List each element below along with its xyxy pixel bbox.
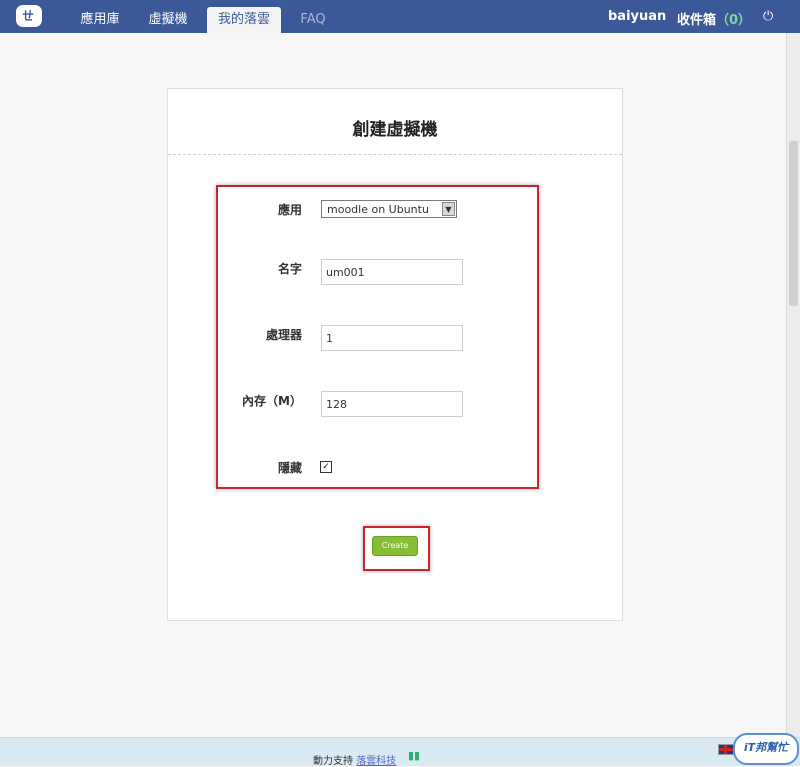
chevron-down-icon: ▼ xyxy=(442,202,455,216)
power-icon[interactable]: ⏻ xyxy=(763,9,773,24)
name-input[interactable] xyxy=(321,259,463,285)
stats-icon: ▮▮ xyxy=(408,749,421,762)
cpu-input[interactable] xyxy=(321,325,463,351)
tab-my-cloud[interactable]: 我的落雲 xyxy=(207,7,281,33)
app-select[interactable]: moodle on Ubuntu ▼ xyxy=(321,200,457,218)
inbox-label: 收件箱 xyxy=(677,13,717,28)
inbox-count: （0） xyxy=(716,13,752,28)
memory-label: 內存（M） xyxy=(242,394,302,408)
username-link[interactable]: baiyuan xyxy=(608,9,666,24)
scrollbar-thumb[interactable] xyxy=(789,141,798,306)
cloud-logo-icon[interactable]: ㄝ xyxy=(16,5,42,27)
app-select-value: moodle on Ubuntu xyxy=(327,203,429,216)
app-label: 應用 xyxy=(277,203,302,217)
name-label: 名字 xyxy=(277,262,302,276)
tab-faq[interactable]: FAQ xyxy=(290,7,336,33)
top-nav-bar: ㄝ 應用庫 虛擬機 我的落雲 FAQ baiyuan 收件箱（0） ⏻ xyxy=(0,0,800,33)
page-title: 創建虛擬機 xyxy=(352,120,438,140)
footer: 動力支持 落雲科技 ▮▮ xyxy=(0,737,800,767)
uk-flag-icon[interactable] xyxy=(718,744,734,755)
inbox-link[interactable]: 收件箱（0） xyxy=(677,9,751,28)
memory-input[interactable] xyxy=(321,391,463,417)
title-divider xyxy=(168,154,622,155)
tab-app-library[interactable]: 應用庫 xyxy=(70,7,130,33)
hidden-label: 隱藏 xyxy=(277,461,302,475)
cpu-label: 處理器 xyxy=(265,328,302,342)
powered-by-text: 動力支持 xyxy=(313,756,353,767)
page-scrollbar[interactable] xyxy=(786,33,800,737)
create-vm-card: 創建虛擬機 應用 moodle on Ubuntu ▼ 名字 處理器 內存（M）… xyxy=(167,88,623,621)
company-link[interactable]: 落雲科技 xyxy=(356,756,396,767)
hidden-checkbox[interactable]: ✓ xyxy=(320,461,332,473)
ithome-watermark: iT邦幫忙 xyxy=(733,733,799,765)
tab-virtual-machines[interactable]: 虛擬機 xyxy=(138,7,198,33)
create-button[interactable]: Create xyxy=(372,536,418,556)
